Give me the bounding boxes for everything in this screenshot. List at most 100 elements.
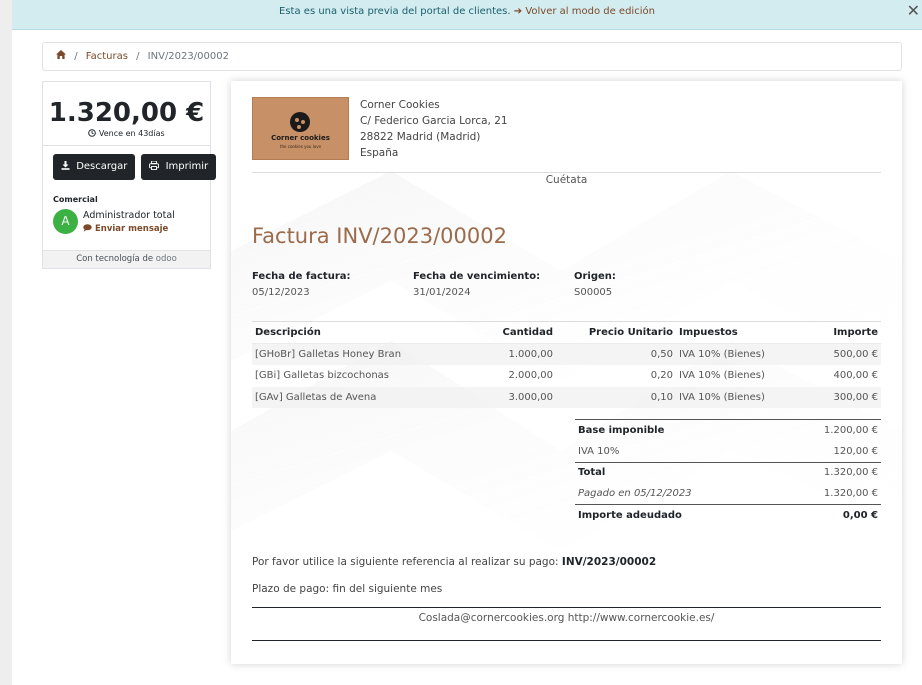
payment-reference-value: INV/2023/00002 xyxy=(561,556,657,568)
tax-value: 120,00 € xyxy=(833,445,878,457)
due-date-block: Fecha de vencimiento: 31/01/2024 xyxy=(413,269,540,301)
line-description: [GBi] Galletas bizcochonas xyxy=(255,370,390,382)
print-button[interactable]: Imprimir xyxy=(141,154,217,180)
total-row: Total 1.320,00 € xyxy=(575,461,881,484)
send-message-link[interactable]: Enviar mensaje xyxy=(83,224,175,234)
line-taxes: IVA 10% (Bienes) xyxy=(676,386,794,408)
logo-text: Corner cookies xyxy=(271,134,330,142)
cookie-icon xyxy=(290,112,310,132)
subtotal-value: 1.200,00 € xyxy=(778,418,881,441)
download-icon xyxy=(61,161,73,172)
breadcrumb-invoices[interactable]: Facturas xyxy=(86,51,128,62)
invoice-date: 05/12/2023 xyxy=(252,287,310,298)
table-row: [GHoBr] Galletas Honey Bran 1.000,00 0,5… xyxy=(252,343,881,365)
origin-block: Origen: S00005 xyxy=(574,269,616,301)
payment-terms: Plazo de pago: fin del siguiente mes xyxy=(252,583,443,595)
company-footer: Coslada@cornercookies.org http://www.cor… xyxy=(418,612,715,624)
clock-icon xyxy=(88,129,99,138)
divider xyxy=(43,145,210,146)
line-taxes: IVA 10% (Bienes) xyxy=(679,370,765,382)
company-logo: Corner cookies the cookies you love xyxy=(252,97,349,160)
company-name: Corner Cookies xyxy=(360,99,440,111)
company-tagline: Cuétata xyxy=(545,174,588,186)
logo-subtext: the cookies you love xyxy=(279,144,322,149)
line-amount: 400,00 € xyxy=(833,370,878,382)
table-row: [GBi] Galletas bizcochonas 2.000,00 0,20… xyxy=(252,365,881,387)
left-gutter xyxy=(0,0,12,685)
company-city: 28822 Madrid (Madrid) xyxy=(360,131,481,143)
download-label: Descargar xyxy=(76,161,128,172)
origin-value: S00005 xyxy=(574,287,613,298)
header-divider xyxy=(252,172,881,173)
line-taxes: IVA 10% (Bienes) xyxy=(676,343,794,365)
total-label: Total xyxy=(575,461,779,484)
print-label: Imprimir xyxy=(165,161,209,172)
footer-divider xyxy=(252,607,881,608)
line-unit-price: 0,20 xyxy=(650,370,673,382)
line-quantity: 2.000,00 xyxy=(508,370,553,382)
close-icon[interactable]: ✕ xyxy=(907,3,920,19)
banner-text: Esta es una vista previa del portal de c… xyxy=(279,6,511,17)
invoice-date-label: Fecha de factura: xyxy=(252,271,351,282)
amount-due: 1.320,00 € xyxy=(48,98,205,128)
arrow-right-icon: ➔ xyxy=(513,6,523,17)
download-button[interactable]: Descargar xyxy=(53,154,136,180)
tax-label: IVA 10% xyxy=(578,445,620,457)
tax-row: IVA 10% 120,00 € xyxy=(575,441,881,462)
line-quantity: 1.000,00 xyxy=(462,343,556,365)
line-quantity: 3.000,00 xyxy=(462,386,556,408)
line-amount: 300,00 € xyxy=(794,386,881,408)
salesperson: A Administrador total Enviar mensaje xyxy=(53,209,210,234)
subtotal-row: Base imponible 1.200,00 € xyxy=(575,418,881,441)
invoice-lines-table: Descripción Cantidad Precio Unitario Imp… xyxy=(252,321,881,408)
action-buttons: Descargar Imprimir xyxy=(53,154,217,180)
line-description: [GHoBr] Galletas Honey Bran xyxy=(252,343,462,365)
total-value: 1.320,00 € xyxy=(778,461,881,484)
powered-text: Con tecnología de xyxy=(76,254,156,264)
amount-due-label: Importe adeudado xyxy=(575,504,779,526)
breadcrumb-current: INV/2023/00002 xyxy=(147,51,229,62)
invoice-date-block: Fecha de factura: 05/12/2023 xyxy=(252,269,351,301)
salesperson-info: Administrador total Enviar mensaje xyxy=(83,209,175,234)
salesperson-title: Comercial xyxy=(53,195,98,204)
breadcrumb-separator: / xyxy=(74,51,78,62)
paid-value: 1.320,00 € xyxy=(823,488,878,500)
line-amount: 500,00 € xyxy=(794,343,881,365)
invoice-title: Factura INV/2023/00002 xyxy=(252,224,507,248)
due-date-label: Fecha de vencimiento: xyxy=(413,271,541,282)
totals-table: Base imponible 1.200,00 € IVA 10% 120,00… xyxy=(575,418,881,526)
col-unit-price: Precio Unitario xyxy=(556,321,676,344)
due-text: Vence en 43días xyxy=(98,129,165,138)
due-date: 31/01/2024 xyxy=(413,287,471,298)
table-row: [GAv] Galletas de Avena 3.000,00 0,10 IV… xyxy=(252,386,881,408)
amount-due-row: Importe adeudado 0,00 € xyxy=(575,504,881,526)
back-to-edit-link[interactable]: ➔ Volver al modo de edición xyxy=(514,6,655,17)
breadcrumb: / Facturas / INV/2023/00002 xyxy=(42,42,902,71)
invoice-sidebar: 1.320,00 € Vence en 43días Descargar Imp… xyxy=(42,81,217,269)
payment-reference-text: Por favor utilice la siguiente referenci… xyxy=(252,556,562,568)
odoo-logo[interactable]: odoo xyxy=(156,254,177,264)
due-info: Vence en 43días xyxy=(43,129,210,138)
origin-label: Origen: xyxy=(574,271,616,282)
invoice-document: Corner cookies the cookies you love Corn… xyxy=(231,81,902,664)
payment-reference: Por favor utilice la siguiente referenci… xyxy=(252,556,656,568)
table-header-row: Descripción Cantidad Precio Unitario Imp… xyxy=(252,321,881,344)
col-amount: Importe xyxy=(794,321,881,344)
powered-by: Con tecnología de odoo xyxy=(43,250,210,268)
avatar: A xyxy=(53,209,78,234)
send-message-label: Enviar mensaje xyxy=(94,224,169,234)
col-quantity: Cantidad xyxy=(462,321,556,344)
comment-icon xyxy=(83,224,95,234)
line-description: [GAv] Galletas de Avena xyxy=(252,386,462,408)
company-street: C/ Federico Garcia Lorca, 21 xyxy=(360,115,508,127)
home-icon[interactable] xyxy=(56,50,69,62)
print-icon xyxy=(149,160,162,172)
line-unit-price: 0,50 xyxy=(556,343,676,365)
line-unit-price: 0,10 xyxy=(556,386,676,408)
paid-row: Pagado en 05/12/2023 1.320,00 € xyxy=(575,483,881,504)
salesperson-name: Administrador total xyxy=(83,210,175,221)
amount-due-value: 0,00 € xyxy=(778,504,881,526)
portal-page: Esta es una vista previa del portal de c… xyxy=(12,0,922,685)
breadcrumb-separator: / xyxy=(136,51,140,62)
preview-banner: Esta es una vista previa del portal de c… xyxy=(12,0,922,30)
